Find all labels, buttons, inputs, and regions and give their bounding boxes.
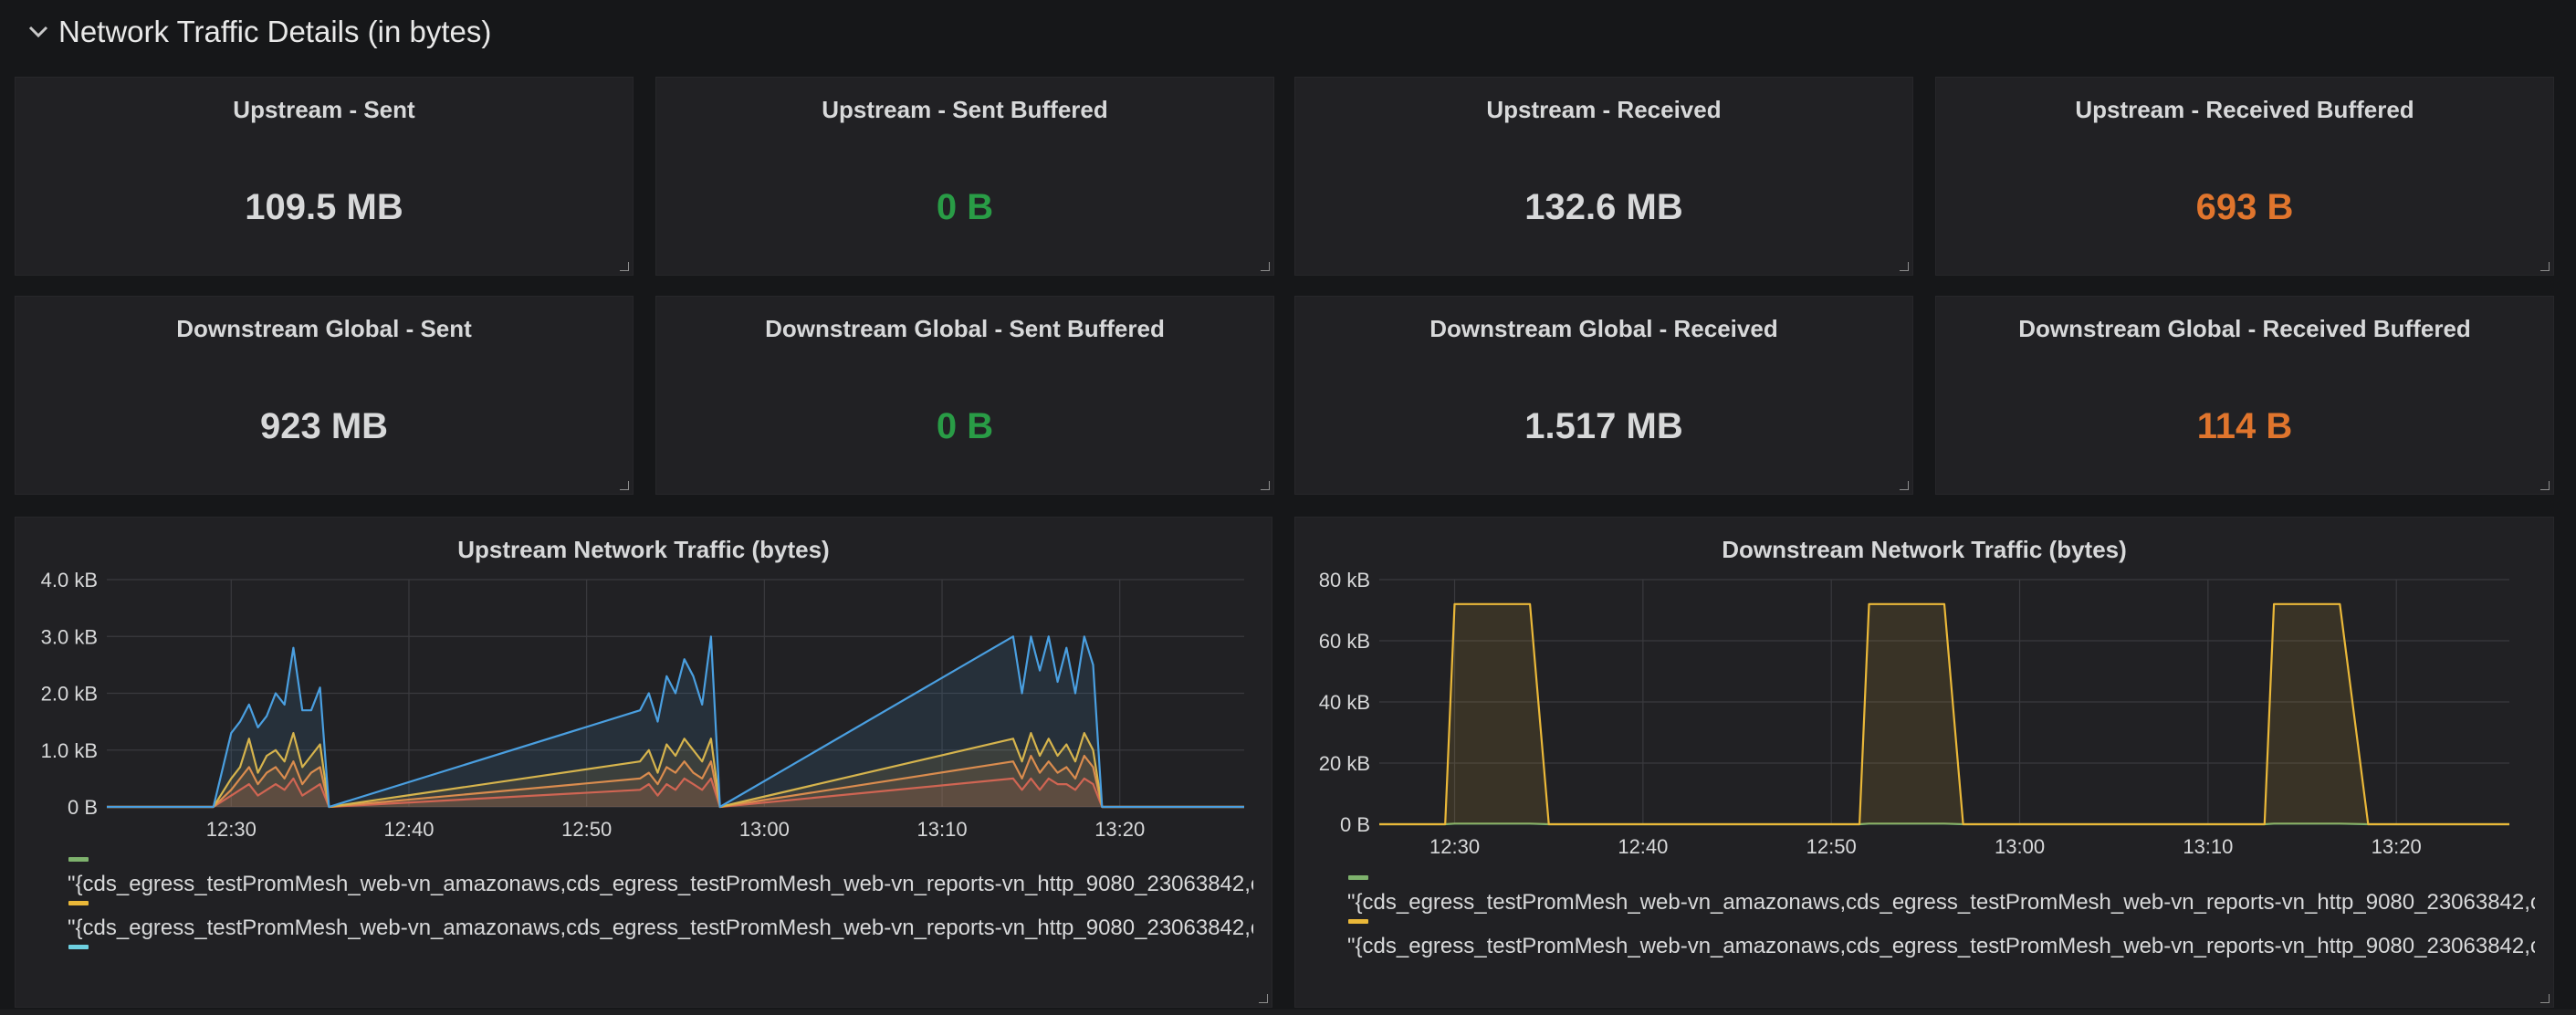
stat-value: 0 B bbox=[936, 406, 994, 446]
stat-panel-downstream-sent[interactable]: Downstream Global - Sent 923 MB bbox=[15, 296, 634, 495]
stat-panel-downstream-sent-buffered[interactable]: Downstream Global - Sent Buffered 0 B bbox=[655, 296, 1274, 495]
panel-title: Upstream - Received bbox=[1486, 96, 1722, 123]
resize-handle-icon[interactable] bbox=[2540, 262, 2550, 271]
x-tick-label: 13:00 bbox=[739, 818, 790, 841]
legend: "{cds_egress_testPromMesh_web-vn_amazona… bbox=[52, 855, 1253, 1007]
panel-title: Downstream Global - Received Buffered bbox=[2018, 315, 2471, 342]
x-tick-label: 13:10 bbox=[917, 818, 968, 841]
x-tick-label: 13:20 bbox=[2372, 835, 2422, 858]
y-tick-label: 1.0 kB bbox=[41, 739, 98, 762]
legend-item[interactable]: "{cds_egress_testPromMesh_web-vn_amazona… bbox=[1332, 874, 2535, 917]
stat-value: 1.517 MB bbox=[1524, 406, 1683, 446]
panel-title: Upstream - Sent bbox=[233, 96, 415, 123]
stat-value: 114 B bbox=[2196, 406, 2293, 446]
legend-label[interactable]: "{cds_egress_testPromMesh_web-vn_amazona… bbox=[68, 872, 1253, 897]
stat-panel-upstream-sent[interactable]: Upstream - Sent 109.5 MB bbox=[15, 77, 634, 276]
y-tick-label: 60 kB bbox=[1319, 630, 1370, 653]
panel-title: Upstream - Received Buffered bbox=[2075, 96, 2414, 123]
x-tick-label: 13:00 bbox=[1995, 835, 2045, 858]
resize-handle-icon[interactable] bbox=[1900, 262, 1909, 271]
x-tick-label: 12:30 bbox=[206, 818, 257, 841]
legend-swatch[interactable] bbox=[68, 945, 89, 949]
legend-item[interactable] bbox=[52, 943, 1253, 987]
graph-panel-upstream[interactable]: Upstream Network Traffic (bytes) 0 B 1.0 … bbox=[15, 517, 1272, 1008]
legend-item[interactable]: "{cds_egress_testPromMesh_web-vn_amazona… bbox=[52, 899, 1253, 943]
panel-title: Downstream Global - Received bbox=[1429, 315, 1778, 342]
stat-value: 0 B bbox=[936, 187, 994, 227]
x-tick-label: 12:50 bbox=[561, 818, 612, 841]
legend-swatch[interactable] bbox=[1348, 875, 1368, 880]
panel-title: Downstream Global - Sent bbox=[176, 315, 472, 342]
x-tick-label: 12:40 bbox=[383, 818, 434, 841]
stat-value: 132.6 MB bbox=[1524, 187, 1683, 227]
row-title: Network Traffic Details (in bytes) bbox=[58, 15, 492, 48]
y-tick-label: 0 B bbox=[1340, 813, 1370, 836]
x-tick-label: 12:30 bbox=[1429, 835, 1480, 858]
legend-item[interactable]: "{cds_egress_testPromMesh_web-vn_amazona… bbox=[52, 855, 1253, 899]
legend-swatch[interactable] bbox=[68, 901, 89, 905]
stat-value: 923 MB bbox=[259, 406, 389, 446]
legend: "{cds_egress_testPromMesh_web-vn_amazona… bbox=[1332, 874, 2535, 1007]
panel-title: Upstream - Sent Buffered bbox=[822, 96, 1108, 123]
resize-handle-icon[interactable] bbox=[2540, 994, 2550, 1003]
x-tick-label: 13:20 bbox=[1094, 818, 1145, 841]
stat-panel-upstream-received-buffered[interactable]: Upstream - Received Buffered 693 B bbox=[1935, 77, 2554, 276]
resize-handle-icon[interactable] bbox=[1261, 481, 1270, 490]
stat-value: 109.5 MB bbox=[245, 187, 403, 227]
x-tick-label: 12:40 bbox=[1618, 835, 1668, 858]
y-tick-label: 40 kB bbox=[1319, 691, 1370, 714]
chevron-down-icon[interactable] bbox=[20, 26, 57, 38]
y-tick-label: 80 kB bbox=[1319, 569, 1370, 591]
resize-handle-icon[interactable] bbox=[620, 262, 629, 271]
y-tick-label: 2.0 kB bbox=[41, 683, 98, 706]
legend-item[interactable]: "{cds_egress_testPromMesh_web-vn_amazona… bbox=[1332, 917, 2535, 961]
series-area bbox=[107, 636, 1244, 807]
legend-swatch[interactable] bbox=[68, 857, 89, 862]
divider bbox=[0, 1010, 2576, 1015]
legend-label[interactable]: "{cds_egress_testPromMesh_web-vn_amazona… bbox=[1347, 934, 2535, 959]
stat-panel-upstream-received[interactable]: Upstream - Received 132.6 MB bbox=[1294, 77, 1913, 276]
stat-panel-downstream-received-buffered[interactable]: Downstream Global - Received Buffered 11… bbox=[1935, 296, 2554, 495]
legend-label[interactable]: "{cds_egress_testPromMesh_web-vn_amazona… bbox=[68, 916, 1253, 941]
panel-title: Downstream Global - Sent Buffered bbox=[765, 315, 1165, 342]
row-header[interactable]: Network Traffic Details (in bytes) bbox=[0, 0, 2576, 64]
legend-label[interactable]: "{cds_egress_testPromMesh_web-vn_amazona… bbox=[1347, 890, 2535, 916]
legend-swatch[interactable] bbox=[1348, 919, 1368, 924]
series-area bbox=[1379, 603, 2509, 824]
y-tick-label: 4.0 kB bbox=[41, 569, 98, 591]
y-tick-label: 0 B bbox=[68, 796, 98, 819]
resize-handle-icon[interactable] bbox=[1900, 481, 1909, 490]
graph-panel-downstream[interactable]: Downstream Network Traffic (bytes) 0 B 20… bbox=[1294, 517, 2554, 1008]
stat-panel-downstream-received[interactable]: Downstream Global - Received 1.517 MB bbox=[1294, 296, 1913, 495]
resize-handle-icon[interactable] bbox=[620, 481, 629, 490]
resize-handle-icon[interactable] bbox=[1259, 994, 1268, 1003]
stat-panel-upstream-sent-buffered[interactable]: Upstream - Sent Buffered 0 B bbox=[655, 77, 1274, 276]
stat-value: 693 B bbox=[2195, 187, 2294, 227]
x-tick-label: 13:10 bbox=[2183, 835, 2233, 858]
x-tick-label: 12:50 bbox=[1806, 835, 1857, 858]
resize-handle-icon[interactable] bbox=[2540, 481, 2550, 490]
resize-handle-icon[interactable] bbox=[1261, 262, 1270, 271]
y-tick-label: 3.0 kB bbox=[41, 625, 98, 648]
y-tick-label: 20 kB bbox=[1319, 752, 1370, 775]
